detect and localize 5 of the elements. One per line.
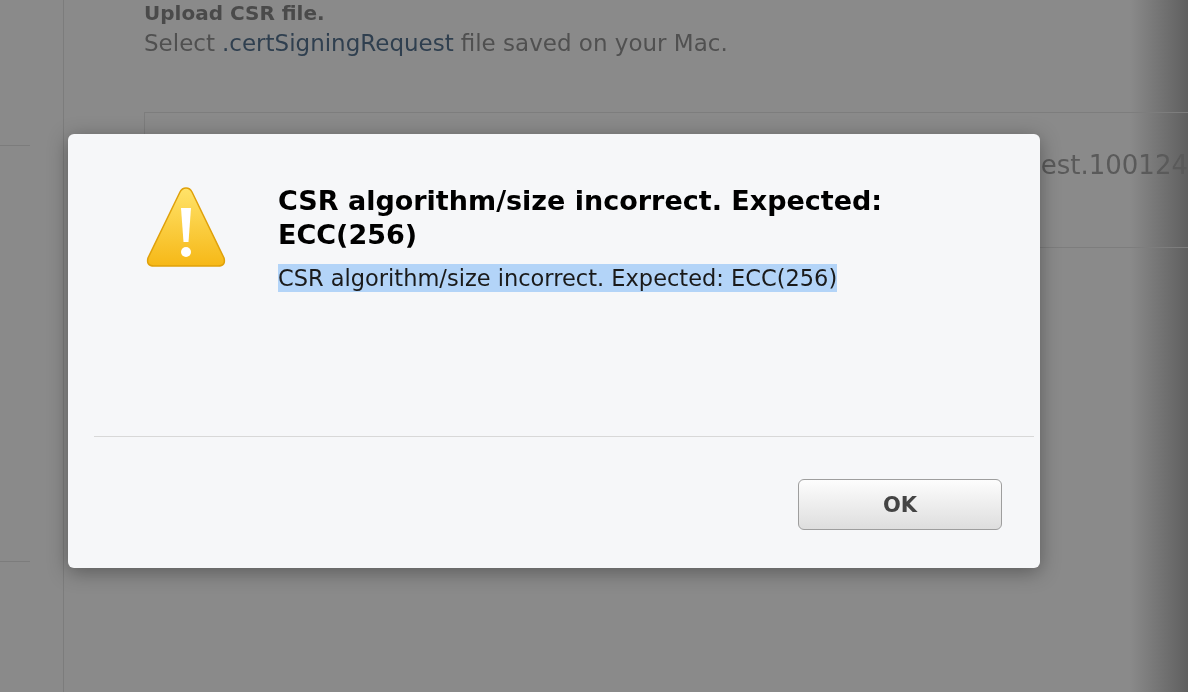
alert-message: CSR algorithm/size incorrect. Expected: ECC(256): [278, 264, 838, 292]
instruction-text: file saved on your Mac.: [460, 30, 728, 56]
alert-title: CSR algorithm/size incorrect. Expected: ECC(256): [278, 184, 884, 252]
section-heading: Upload CSR file.: [144, 2, 326, 24]
instruction-text: Select: [144, 30, 215, 56]
